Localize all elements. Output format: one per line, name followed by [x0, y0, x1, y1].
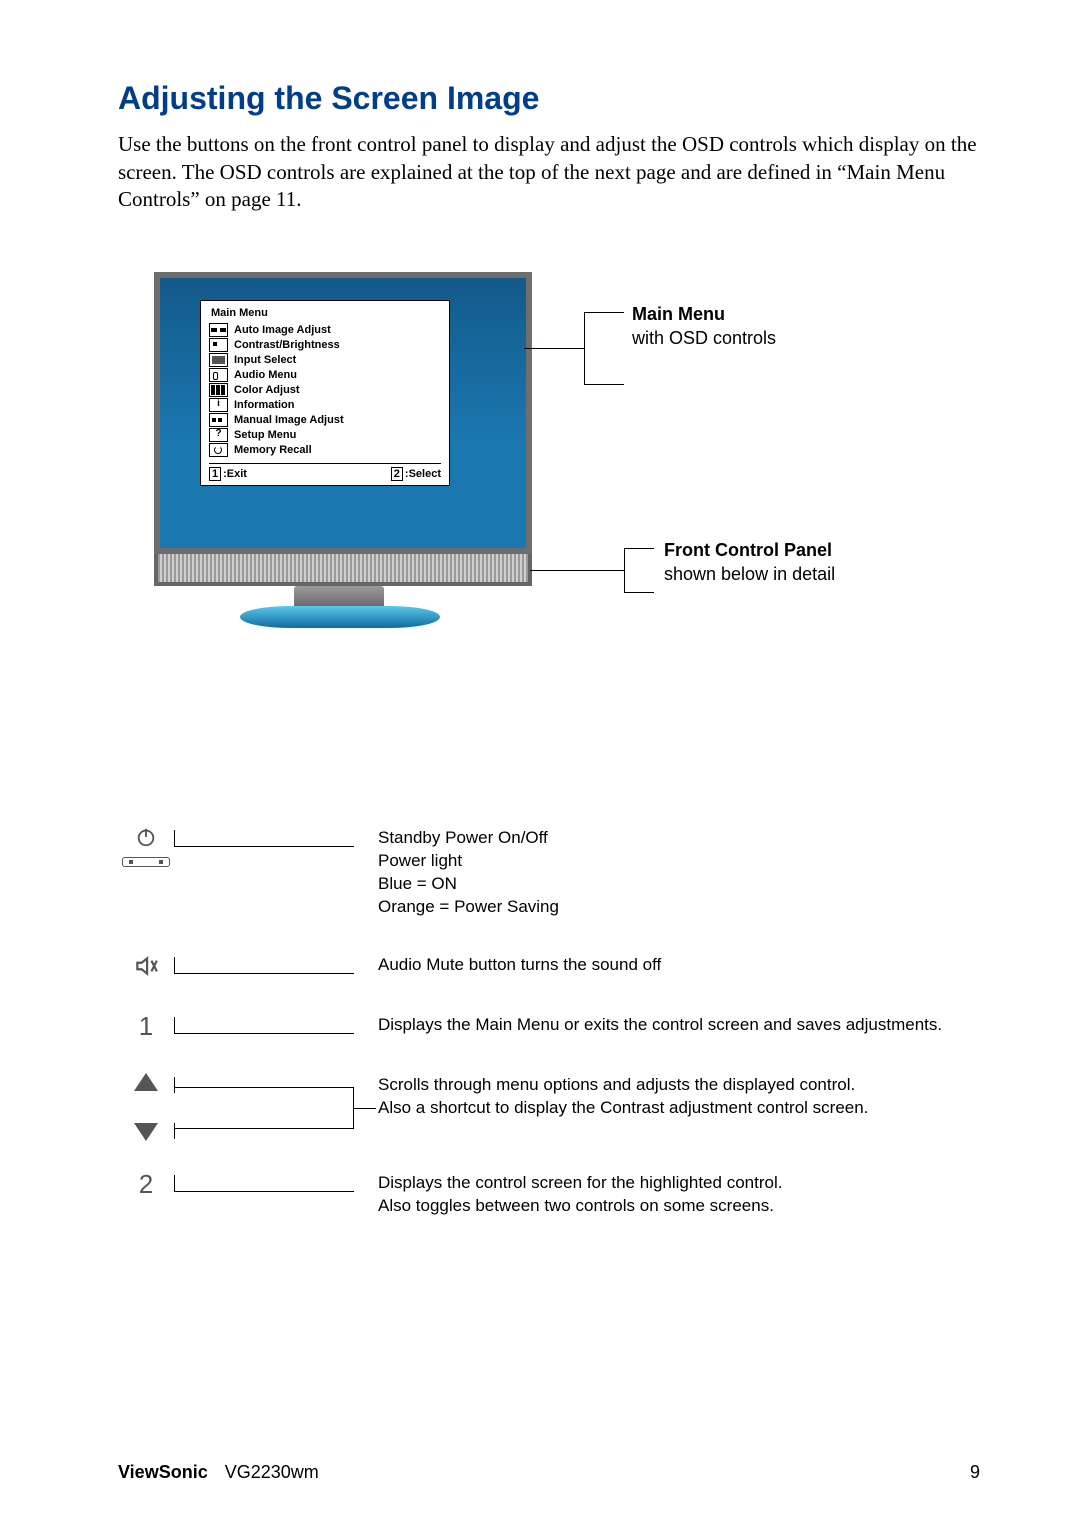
leader-main-menu: [524, 348, 584, 349]
leader-line: [174, 1021, 354, 1034]
select-key: 2: [391, 467, 403, 481]
osd-title: Main Menu: [211, 307, 441, 319]
power-desc-3: Blue = ON: [378, 872, 980, 895]
exit-key: 1: [209, 467, 221, 481]
legend-row-mute: Audio Mute button turns the sound off: [118, 953, 980, 979]
footer-brand: ViewSonic: [118, 1462, 208, 1482]
mute-desc: Audio Mute button turns the sound off: [378, 953, 980, 976]
osd-item: Input Select: [234, 354, 296, 366]
setup-menu-icon: [209, 428, 228, 442]
power-desc-4: Orange = Power Saving: [378, 895, 980, 918]
label-main-menu: Main Menuwith OSD controls: [632, 302, 776, 351]
contrast-brightness-icon: [209, 338, 228, 352]
monitor-figure: Main Menu Auto Image Adjust Contrast/Bri…: [154, 272, 980, 636]
power-icon: [135, 826, 157, 853]
osd-item: Audio Menu: [234, 369, 297, 381]
button-1-desc: Displays the Main Menu or exits the cont…: [378, 1013, 980, 1036]
select-label: :Select: [405, 468, 441, 480]
footer-model: VG2230wm: [225, 1462, 319, 1482]
power-led-icon: [122, 857, 170, 867]
label-front-panel: Front Control Panelshown below in detail: [664, 538, 835, 587]
osd-item: Auto Image Adjust: [234, 324, 331, 336]
page-footer: ViewSonic VG2230wm 9: [118, 1462, 980, 1483]
footer-page: 9: [970, 1462, 980, 1483]
button-2-desc-1: Displays the control screen for the high…: [378, 1171, 980, 1194]
osd-item: Information: [234, 399, 295, 411]
osd-window: Main Menu Auto Image Adjust Contrast/Bri…: [200, 300, 450, 486]
power-desc-1: Standby Power On/Off: [378, 826, 980, 849]
arrow-down-icon: [134, 1123, 158, 1141]
monitor-vents: [154, 554, 532, 586]
osd-item: Memory Recall: [234, 444, 312, 456]
osd-item: Contrast/Brightness: [234, 339, 340, 351]
leader-line: [174, 1179, 354, 1192]
mute-icon: [118, 953, 174, 979]
legend-row-button-1: 1 Displays the Main Menu or exits the co…: [118, 1013, 980, 1039]
arrow-up-icon: [134, 1073, 158, 1091]
osd-item: Color Adjust: [234, 384, 300, 396]
exit-label: :Exit: [223, 468, 247, 480]
legend-row-arrows: Scrolls through menu options and adjusts…: [118, 1073, 980, 1141]
osd-item: Manual Image Adjust: [234, 414, 344, 426]
leader-control-panel: [530, 570, 624, 571]
legend-row-power: Standby Power On/Off Power light Blue = …: [118, 826, 980, 918]
manual-image-adjust-icon: [209, 413, 228, 427]
leader-line: [174, 961, 354, 974]
arrow-desc-1: Scrolls through menu options and adjusts…: [378, 1073, 980, 1096]
information-icon: [209, 398, 228, 412]
power-desc-2: Power light: [378, 849, 980, 872]
osd-item: Setup Menu: [234, 429, 296, 441]
monitor-base: [240, 606, 440, 628]
button-2-icon: 2: [139, 1171, 153, 1197]
leader-line-double: [174, 1081, 354, 1135]
intro-paragraph: Use the buttons on the front control pan…: [118, 131, 980, 214]
front-panel-legend: Standby Power On/Off Power light Blue = …: [118, 826, 980, 1217]
color-adjust-icon: [209, 383, 228, 397]
monitor-stand: [294, 586, 384, 606]
input-select-icon: [209, 353, 228, 367]
legend-row-button-2: 2 Displays the control screen for the hi…: [118, 1171, 980, 1217]
button-1-icon: 1: [139, 1013, 153, 1039]
page-title: Adjusting the Screen Image: [118, 80, 980, 117]
memory-recall-icon: [209, 443, 228, 457]
leader-line: [174, 834, 354, 847]
monitor-frame: Main Menu Auto Image Adjust Contrast/Bri…: [154, 272, 532, 554]
button-2-desc-2: Also toggles between two controls on som…: [378, 1194, 980, 1217]
arrow-desc-2: Also a shortcut to display the Contrast …: [378, 1096, 980, 1119]
audio-menu-icon: [209, 368, 228, 382]
auto-image-adjust-icon: [209, 323, 228, 337]
